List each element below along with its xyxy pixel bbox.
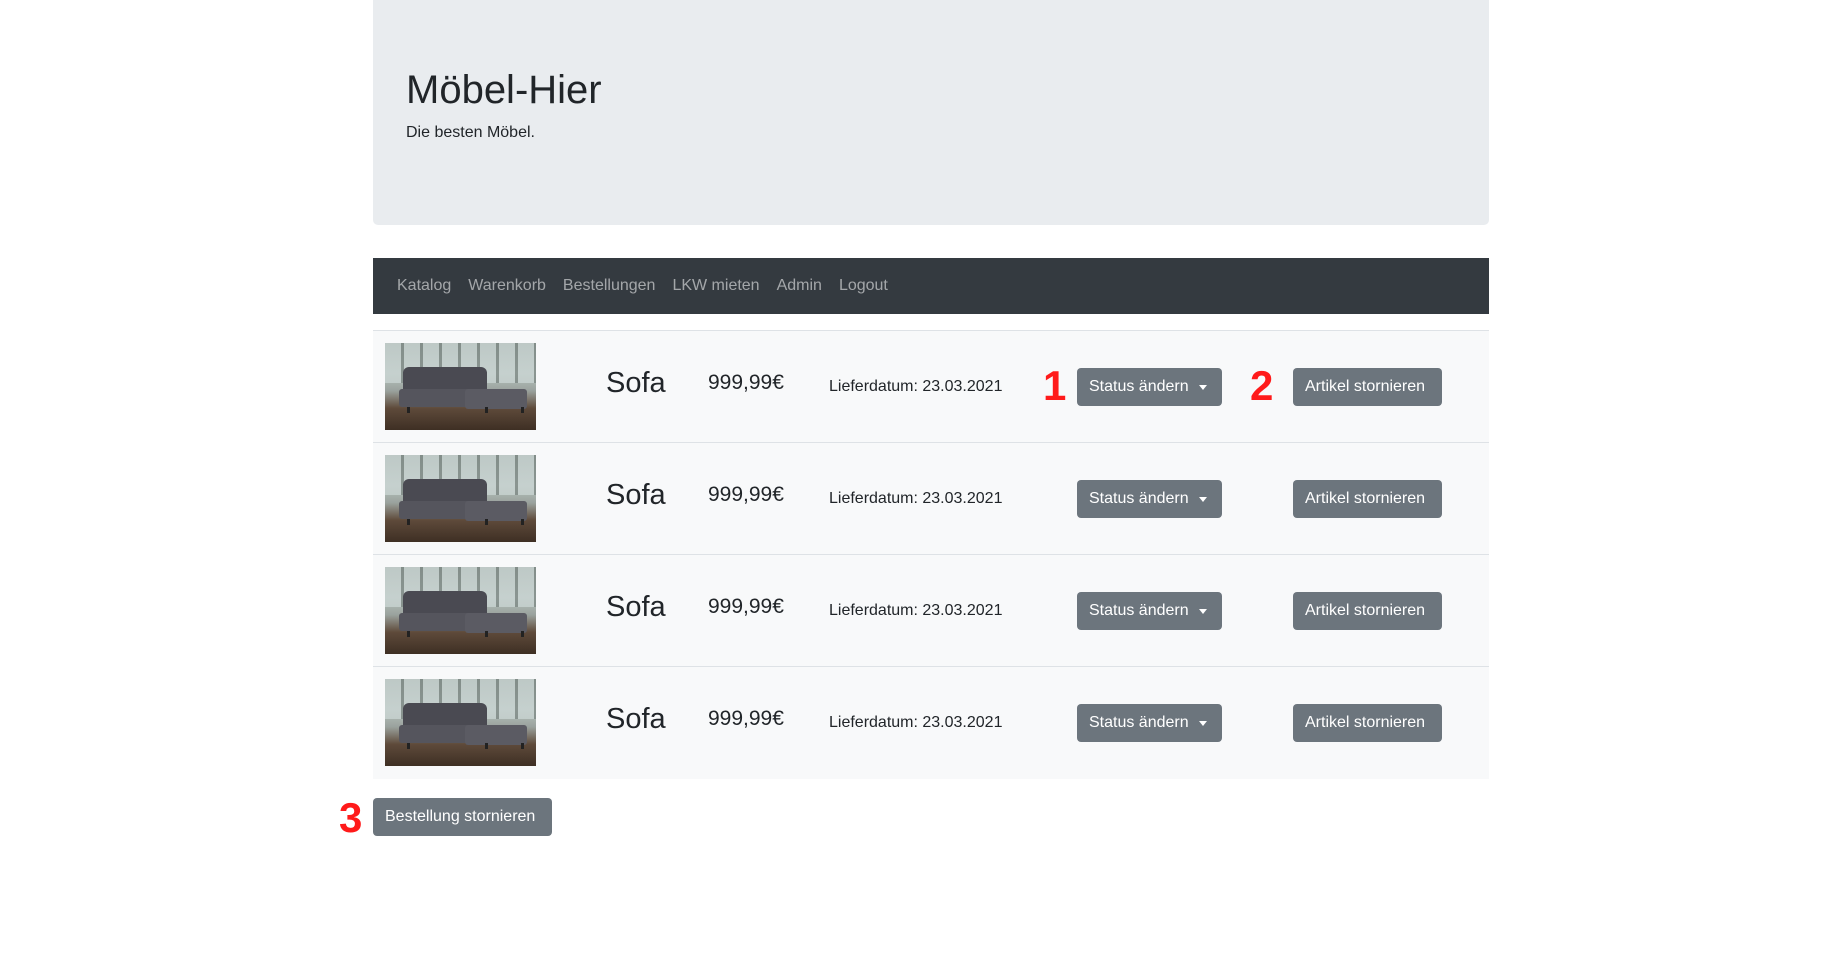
order-item-list: Sofa 999,99€ Lieferdatum: 23.03.2021 Sta… (373, 330, 1489, 779)
nav-item-warenkorb[interactable]: Warenkorb (468, 277, 546, 295)
order-item-row: Sofa 999,99€ Lieferdatum: 23.03.2021 Sta… (373, 555, 1489, 667)
cancel-item-button[interactable]: Artikel stornieren (1293, 592, 1442, 630)
main-navbar: Katalog Warenkorb Bestellungen LKW miete… (373, 258, 1489, 314)
item-price: 999,99€ (708, 707, 784, 730)
nav-item-katalog[interactable]: Katalog (397, 277, 451, 295)
item-price: 999,99€ (708, 371, 784, 394)
annotation-marker-3: 3 (339, 794, 363, 841)
cancel-item-button[interactable]: Artikel stornieren (1293, 480, 1442, 518)
item-name: Sofa (606, 479, 666, 511)
item-name: Sofa (606, 367, 666, 399)
sofa-image (385, 679, 536, 766)
annotation-marker-1: 1 (1043, 362, 1067, 409)
nav-item-admin[interactable]: Admin (777, 277, 822, 295)
item-name: Sofa (606, 703, 666, 735)
order-item-row: Sofa 999,99€ Lieferdatum: 23.03.2021 Sta… (373, 331, 1489, 443)
annotation-marker-2: 2 (1250, 362, 1274, 409)
cancel-item-button[interactable]: Artikel stornieren (1293, 368, 1442, 406)
item-price: 999,99€ (708, 595, 784, 618)
item-name: Sofa (606, 591, 666, 623)
caret-down-icon (1198, 720, 1207, 726)
caret-down-icon (1198, 608, 1207, 614)
status-change-label: Status ändern (1089, 602, 1189, 619)
header-jumbotron: Möbel-Hier Die besten Möbel. (373, 0, 1489, 225)
caret-down-icon (1198, 496, 1207, 502)
sofa-image (385, 455, 536, 542)
item-price: 999,99€ (708, 483, 784, 506)
order-item-row: Sofa 999,99€ Lieferdatum: 23.03.2021 Sta… (373, 667, 1489, 779)
nav-item-logout[interactable]: Logout (839, 277, 888, 295)
status-change-label: Status ändern (1089, 714, 1189, 731)
site-subtitle: Die besten Möbel. (406, 124, 535, 141)
status-change-label: Status ändern (1089, 490, 1189, 507)
item-delivery-date: Lieferdatum: 23.03.2021 (829, 490, 1003, 507)
item-delivery-date: Lieferdatum: 23.03.2021 (829, 602, 1003, 619)
cancel-item-button[interactable]: Artikel stornieren (1293, 704, 1442, 742)
status-change-dropdown-button[interactable]: Status ändern (1077, 592, 1222, 630)
status-change-dropdown-button[interactable]: Status ändern (1077, 704, 1222, 742)
sofa-image (385, 567, 536, 654)
cancel-order-button[interactable]: Bestellung stornieren (373, 798, 552, 836)
caret-down-icon (1198, 384, 1207, 390)
nav-item-lkw-mieten[interactable]: LKW mieten (672, 277, 759, 295)
nav-item-bestellungen[interactable]: Bestellungen (563, 277, 656, 295)
status-change-dropdown-button[interactable]: Status ändern (1077, 368, 1222, 406)
status-change-label: Status ändern (1089, 378, 1189, 395)
order-item-row: Sofa 999,99€ Lieferdatum: 23.03.2021 Sta… (373, 443, 1489, 555)
item-delivery-date: Lieferdatum: 23.03.2021 (829, 714, 1003, 731)
site-title: Möbel-Hier (406, 68, 602, 112)
status-change-dropdown-button[interactable]: Status ändern (1077, 480, 1222, 518)
item-delivery-date: Lieferdatum: 23.03.2021 (829, 378, 1003, 395)
page-container: Möbel-Hier Die besten Möbel. Katalog War… (373, 0, 1489, 779)
sofa-image (385, 343, 536, 430)
